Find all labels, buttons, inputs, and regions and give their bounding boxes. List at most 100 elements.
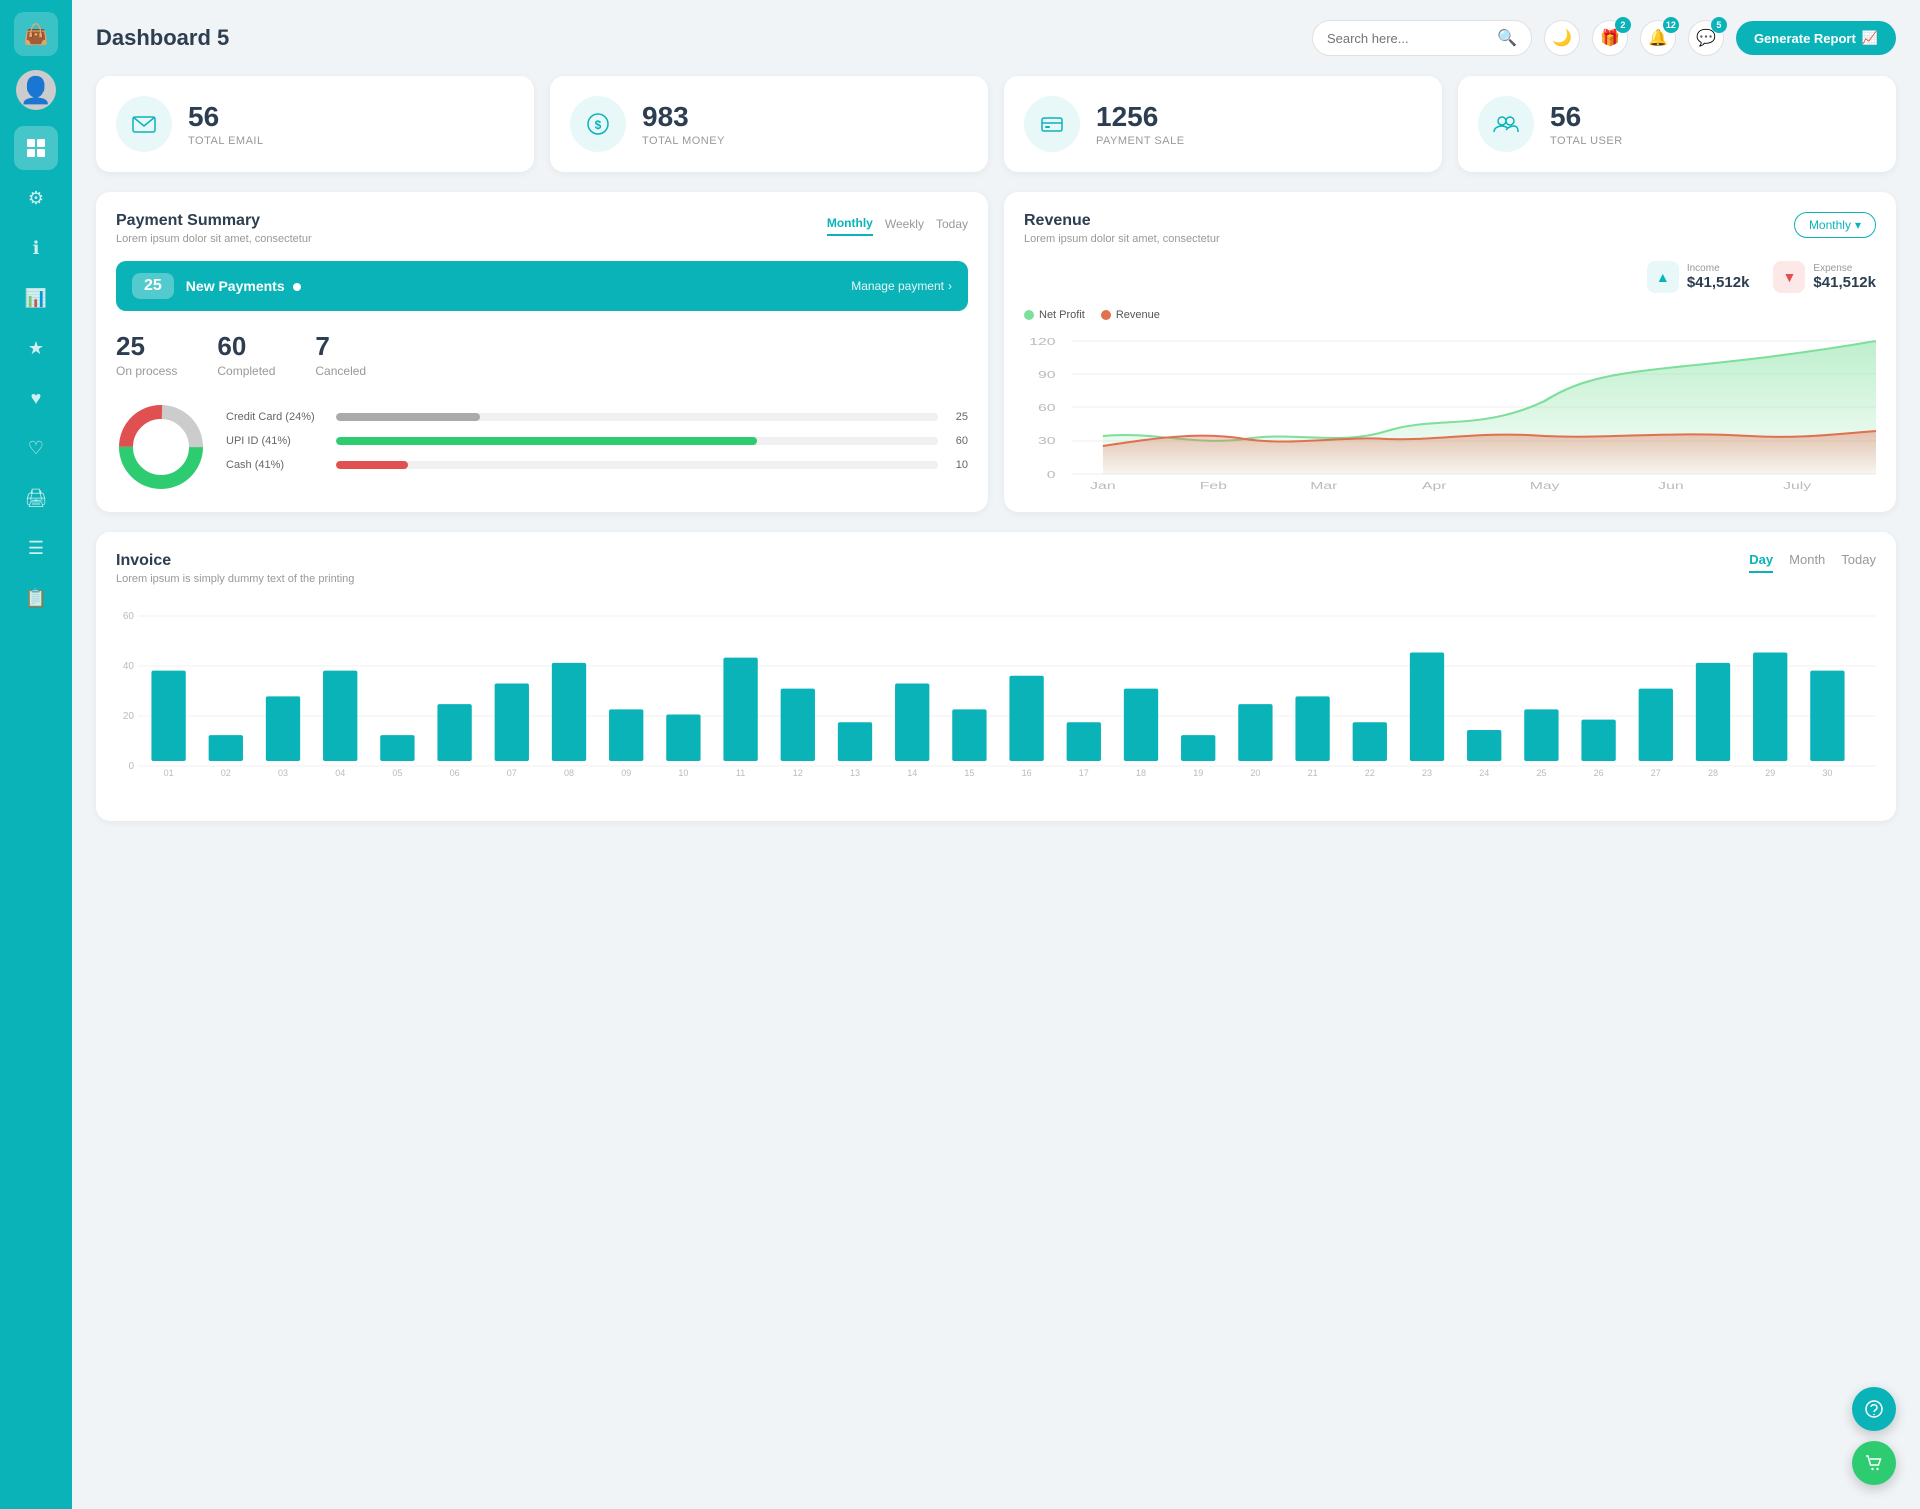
bell-btn[interactable]: 🔔 12	[1640, 20, 1676, 56]
sidebar-item-heart2[interactable]: ♡	[14, 426, 58, 470]
bar-19	[1181, 735, 1215, 761]
tab-weekly[interactable]: Weekly	[885, 213, 924, 235]
payment-summary-subtitle: Lorem ipsum dolor sit amet, consectetur	[116, 233, 312, 245]
stat-info-user: 56 TOTAL USER	[1550, 101, 1623, 147]
payment-details: Credit Card (24%) 25 UPI ID (41%) 60	[116, 402, 968, 492]
generate-report-label: Generate Report	[1754, 31, 1856, 46]
bar-11	[723, 658, 757, 761]
tab-monthly[interactable]: Monthly	[827, 212, 873, 236]
search-box[interactable]: 🔍	[1312, 20, 1532, 56]
invoice-tab-month[interactable]: Month	[1789, 552, 1825, 573]
chevron-right-icon: ›	[948, 279, 952, 293]
upi-fill	[336, 437, 757, 445]
payment-summary-header: Payment Summary Lorem ipsum dolor sit am…	[116, 212, 968, 245]
expense-icon: ▼	[1773, 261, 1805, 293]
support-float-btn[interactable]	[1852, 1387, 1896, 1431]
x-label-11: 11	[736, 768, 745, 778]
x-label-28: 28	[1708, 768, 1718, 778]
sidebar-logo[interactable]: 👜	[14, 12, 58, 56]
svg-text:Mar: Mar	[1310, 480, 1338, 491]
sidebar-item-print[interactable]: 🖨	[14, 476, 58, 520]
generate-report-button[interactable]: Generate Report 📈	[1736, 21, 1896, 55]
stat-card-user: 56 TOTAL USER	[1458, 76, 1896, 172]
email-icon	[116, 96, 172, 152]
x-label-26: 26	[1594, 768, 1604, 778]
bar-10	[666, 715, 700, 762]
bar-02	[209, 735, 243, 761]
x-label-12: 12	[793, 768, 803, 778]
svg-text:60: 60	[1038, 402, 1056, 413]
tab-today[interactable]: Today	[936, 213, 968, 235]
payment-icon	[1024, 96, 1080, 152]
bar-28	[1696, 663, 1730, 761]
x-label-30: 30	[1822, 768, 1832, 778]
x-label-04: 04	[335, 768, 345, 778]
sidebar-item-info[interactable]: ℹ	[14, 226, 58, 270]
bar-row-creditcard: Credit Card (24%) 25	[226, 411, 968, 423]
stat-card-money: $ 983 TOTAL MONEY	[550, 76, 988, 172]
manage-payment-link[interactable]: Manage payment ›	[851, 279, 952, 293]
invoice-chart-wrap: 60 40 20 0 01020304050607080910111213141…	[116, 601, 1876, 801]
sidebar-item-heart[interactable]: ♥	[14, 376, 58, 420]
x-label-07: 07	[507, 768, 517, 778]
invoice-tab-day[interactable]: Day	[1749, 552, 1773, 573]
on-process-label: On process	[116, 364, 177, 378]
bar-29	[1753, 653, 1787, 762]
x-label-22: 22	[1365, 768, 1375, 778]
sidebar-item-dashboard[interactable]	[14, 126, 58, 170]
email-number: 56	[188, 101, 264, 133]
payment-bars: Credit Card (24%) 25 UPI ID (41%) 60	[226, 411, 968, 483]
bar-21	[1295, 696, 1329, 761]
avatar[interactable]: 👤	[16, 70, 56, 110]
page-title: Dashboard 5	[96, 25, 229, 51]
chat-btn[interactable]: 💬 5	[1688, 20, 1724, 56]
bar-04	[323, 671, 357, 761]
x-label-19: 19	[1193, 768, 1203, 778]
sidebar-item-settings[interactable]: ⚙	[14, 176, 58, 220]
income-label: Income	[1687, 263, 1750, 274]
bar-18	[1124, 689, 1158, 761]
creditcard-label: Credit Card (24%)	[226, 411, 326, 423]
svg-text:120: 120	[1029, 336, 1055, 347]
panels: Payment Summary Lorem ipsum dolor sit am…	[96, 192, 1896, 512]
completed-label: Completed	[217, 364, 275, 378]
bar-row-cash: Cash (41%) 10	[226, 459, 968, 471]
bar-09	[609, 709, 643, 761]
svg-text:$: $	[595, 118, 602, 132]
cash-fill	[336, 461, 408, 469]
bar-03	[266, 696, 300, 761]
stat-info-payment: 1256 PAYMENT SALE	[1096, 101, 1185, 147]
sidebar-item-star[interactable]: ★	[14, 326, 58, 370]
creditcard-track	[336, 413, 938, 421]
gift-btn[interactable]: 🎁 2	[1592, 20, 1628, 56]
bar-24	[1467, 730, 1501, 761]
new-payments-left: 25 New Payments	[132, 273, 301, 299]
bar-14	[895, 684, 929, 762]
sidebar-item-doc[interactable]: 📋	[14, 576, 58, 620]
x-label-05: 05	[392, 768, 402, 778]
on-process-number: 25	[116, 331, 177, 362]
np-label-text: New Payments	[186, 278, 285, 294]
search-input[interactable]	[1327, 31, 1489, 46]
bar-15	[952, 709, 986, 761]
x-label-14: 14	[907, 768, 917, 778]
theme-toggle-btn[interactable]: 🌙	[1544, 20, 1580, 56]
x-label-13: 13	[850, 768, 860, 778]
x-label-15: 15	[964, 768, 974, 778]
invoice-tab-today[interactable]: Today	[1841, 552, 1876, 573]
payment-stats: 25 On process 60 Completed 7 Canceled	[116, 331, 968, 378]
bar-27	[1639, 689, 1673, 761]
floating-buttons	[1852, 1387, 1896, 1485]
cart-float-btn[interactable]	[1852, 1441, 1896, 1485]
sidebar-item-list[interactable]: ☰	[14, 526, 58, 570]
invoice-tabs: Day Month Today	[1749, 552, 1876, 573]
revenue-label: Revenue	[1116, 309, 1160, 321]
bar-row-upi: UPI ID (41%) 60	[226, 435, 968, 447]
invoice-title: Invoice	[116, 552, 354, 570]
revenue-monthly-btn[interactable]: Monthly ▾	[1794, 212, 1876, 238]
legend-net-profit: Net Profit	[1024, 309, 1085, 321]
canceled-number: 7	[315, 331, 366, 362]
stats-grid: 56 TOTAL EMAIL $ 983 TOTAL MONEY	[96, 76, 1896, 172]
invoice-header: Invoice Lorem ipsum is simply dummy text…	[116, 552, 1876, 585]
sidebar-item-chart[interactable]: 📊	[14, 276, 58, 320]
